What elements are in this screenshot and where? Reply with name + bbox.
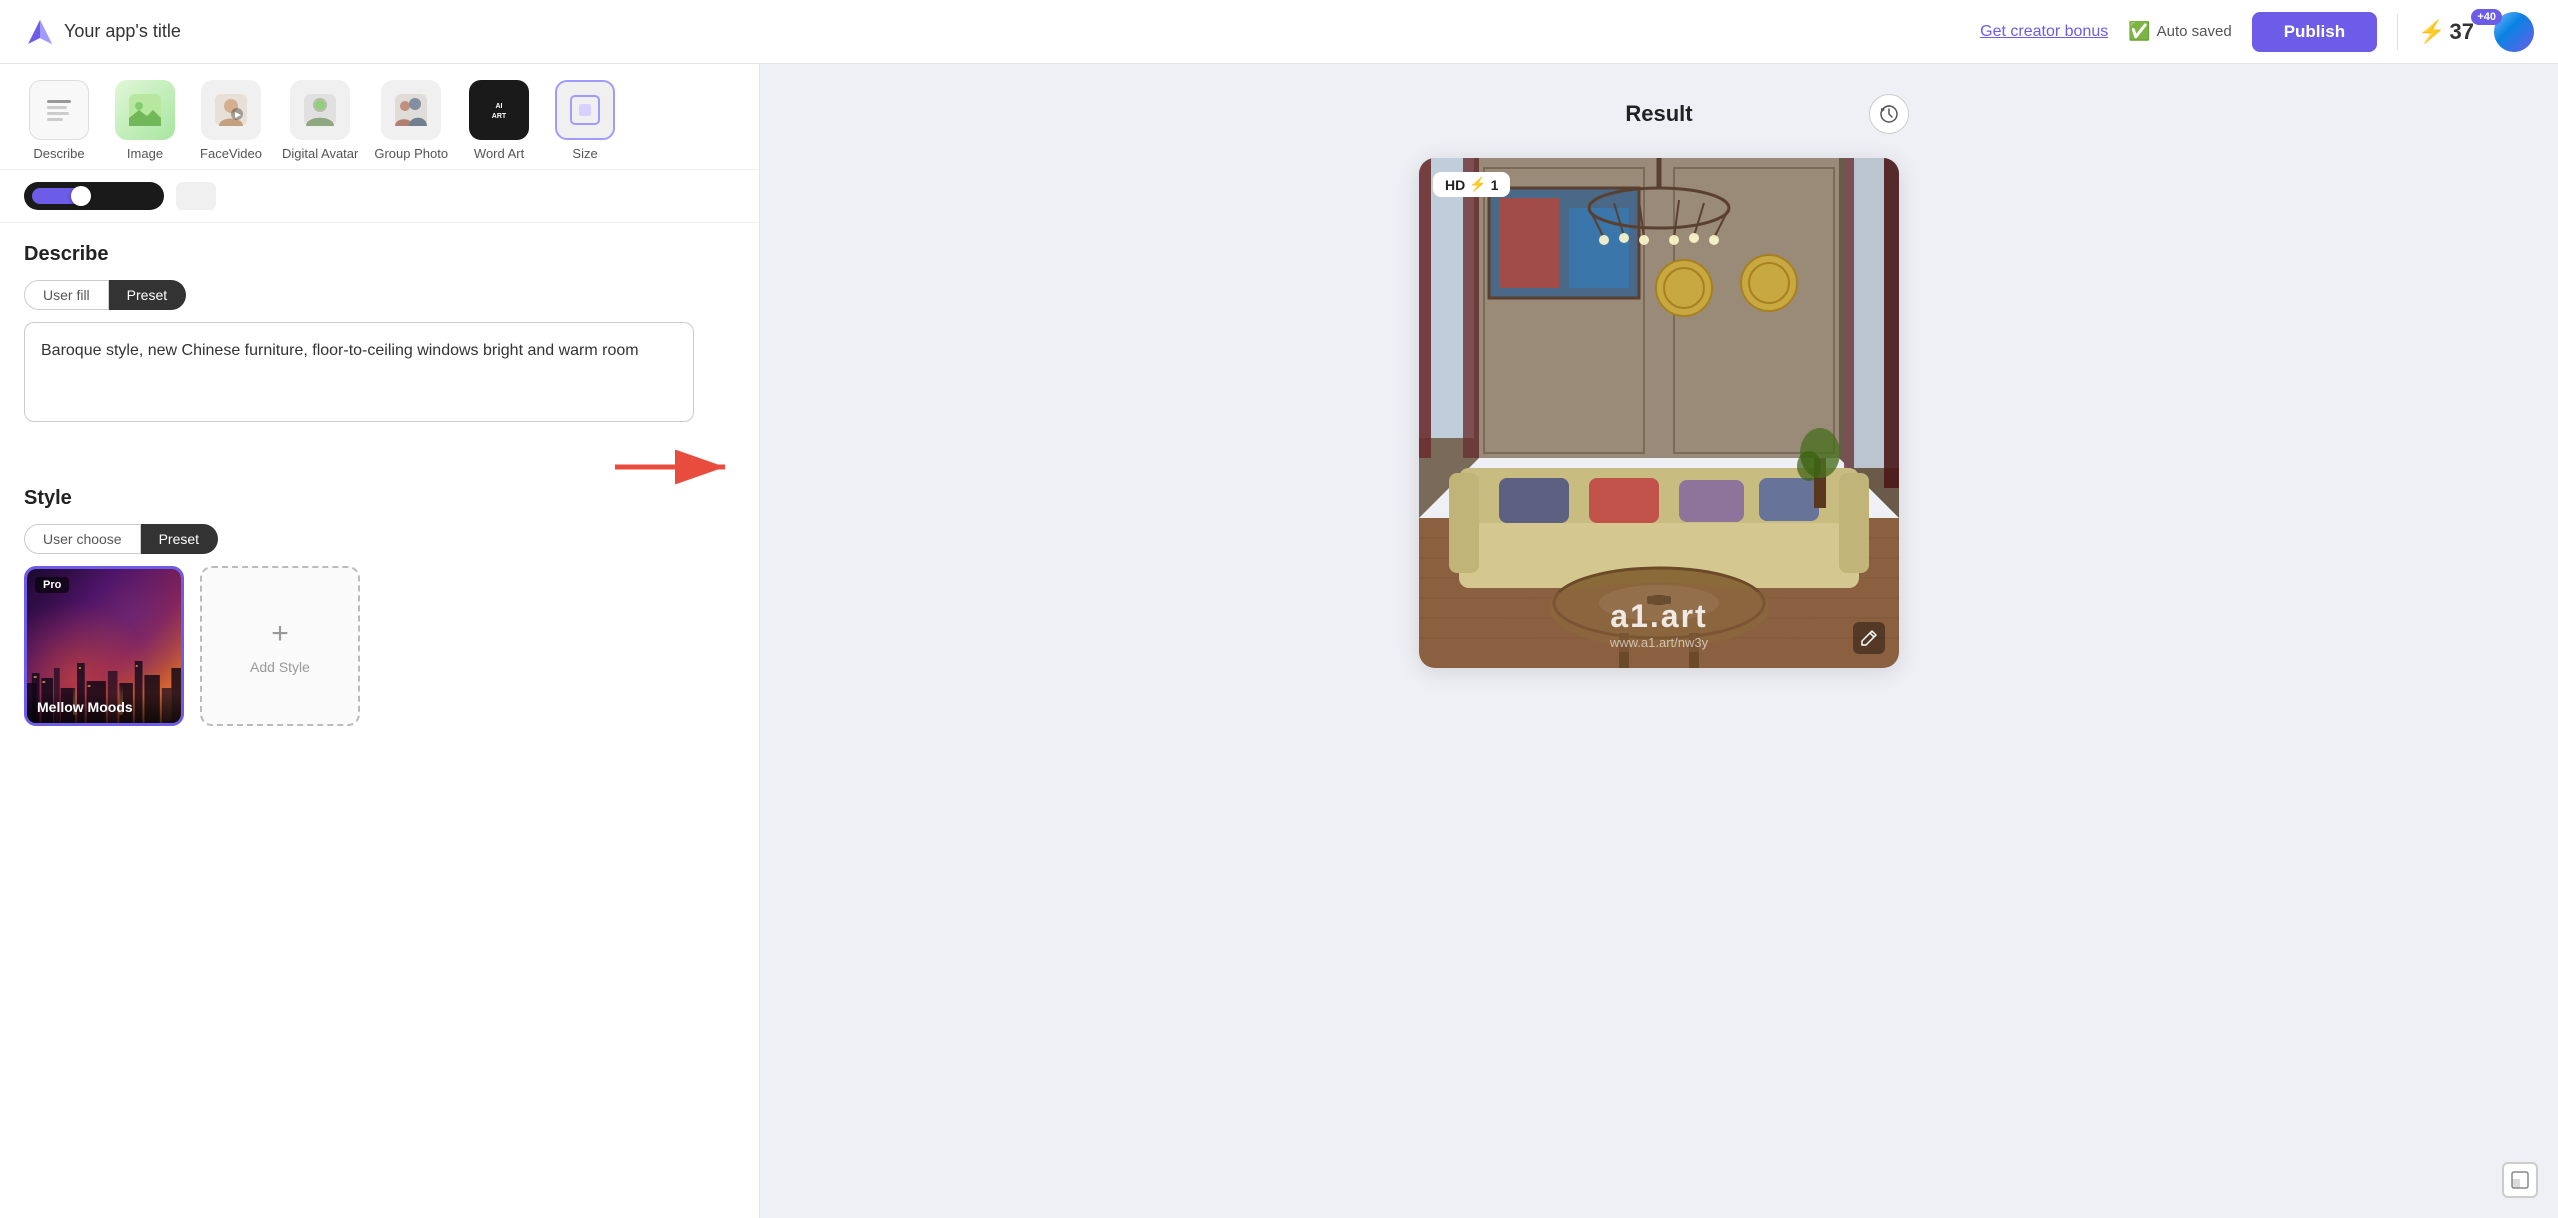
main-layout: Describe Image FaceVideo Digital Avatar: [0, 64, 2558, 1218]
tab-digital-avatar-label: Digital Avatar: [282, 146, 358, 161]
result-header-right: [1693, 94, 1909, 134]
result-title: Result: [1625, 101, 1692, 127]
tab-digital-avatar[interactable]: Digital Avatar: [282, 80, 358, 161]
creator-bonus-button[interactable]: Get creator bonus: [1980, 23, 2108, 41]
corner-expand-button[interactable]: [2502, 1162, 2538, 1198]
style-section: Style User choose Preset: [0, 467, 759, 726]
tab-describe-label: Describe: [33, 146, 84, 161]
slider-container: [24, 182, 735, 210]
tab-facevideo[interactable]: FaceVideo: [196, 80, 266, 161]
edit-icon: [1860, 629, 1878, 647]
watermark: a1.art www.a1.art/nw3y: [1419, 598, 1899, 650]
result-image-container: HD ⚡ 1 a1.art www.a1.art/nw3y: [1419, 158, 1899, 668]
describe-tab-icon: [29, 80, 89, 140]
lightning-count: 37: [2450, 19, 2474, 45]
hd-lightning-icon: ⚡: [1469, 176, 1486, 193]
auto-saved-indicator: ✅ Auto saved: [2128, 21, 2231, 42]
check-icon: ✅: [2128, 21, 2150, 42]
style-tab-user-choose[interactable]: User choose: [24, 524, 141, 554]
word-art-tab-icon: AI ART: [469, 80, 529, 140]
tab-describe[interactable]: Describe: [24, 80, 94, 161]
header-right: Get creator bonus ✅ Auto saved Publish ⚡…: [1980, 12, 2534, 52]
tab-word-art[interactable]: AI ART Word Art: [464, 80, 534, 161]
style-tabs-row: User choose Preset: [24, 524, 735, 554]
hd-credits: 1: [1491, 177, 1499, 193]
slider-thumb: [71, 186, 91, 206]
slider-value-box: [176, 182, 216, 210]
publish-button[interactable]: Publish: [2252, 12, 2377, 52]
style-card-label: Mellow Moods: [27, 693, 181, 723]
digital-avatar-tab-icon: [290, 80, 350, 140]
describe-section: Describe User fill Preset Baroque style,…: [0, 223, 759, 427]
tab-facevideo-label: FaceVideo: [200, 146, 262, 161]
svg-text:AI: AI: [496, 103, 503, 110]
describe-section-title: Describe: [24, 243, 735, 266]
plus-badge: +40: [2471, 9, 2502, 25]
tab-size[interactable]: Size: [550, 80, 620, 161]
svg-text:ART: ART: [492, 113, 507, 120]
size-tab-icon: [555, 80, 615, 140]
history-icon: [1879, 104, 1899, 124]
room-illustration: [1419, 158, 1899, 668]
describe-tab-preset[interactable]: Preset: [109, 280, 186, 310]
watermark-sub-text: www.a1.art/nw3y: [1419, 635, 1899, 650]
header: Your app's title Get creator bonus ✅ Aut…: [0, 0, 2558, 64]
style-section-title: Style: [24, 487, 735, 510]
slider-fill: [32, 188, 87, 204]
lightning-badge: ⚡ 37 +40: [2418, 19, 2474, 45]
result-header: Result: [1409, 94, 1909, 134]
tab-group-photo-label: Group Photo: [374, 146, 448, 161]
add-style-card[interactable]: + Add Style: [200, 566, 360, 726]
hd-text: HD: [1445, 177, 1465, 193]
logo-area: Your app's title: [24, 16, 181, 48]
auto-saved-label: Auto saved: [2157, 23, 2232, 40]
watermark-main-text: a1.art: [1419, 598, 1899, 635]
left-panel: Describe Image FaceVideo Digital Avatar: [0, 64, 760, 1218]
expand-icon: [2510, 1170, 2530, 1190]
app-title: Your app's title: [64, 21, 181, 42]
group-photo-tab-icon: [381, 80, 441, 140]
style-card-pro-badge: Pro: [35, 577, 69, 593]
image-tab-icon: [115, 80, 175, 140]
add-style-label: Add Style: [250, 659, 310, 675]
add-style-plus-icon: +: [271, 617, 289, 651]
history-button[interactable]: [1869, 94, 1909, 134]
hd-badge: HD ⚡ 1: [1433, 172, 1510, 197]
tab-group-photo[interactable]: Group Photo: [374, 80, 448, 161]
slider-track[interactable]: [24, 182, 164, 210]
logo-icon: [24, 16, 56, 48]
right-panel: Result: [760, 64, 2558, 1218]
arrow-svg: [615, 447, 735, 487]
tool-tabs: Describe Image FaceVideo Digital Avatar: [0, 64, 759, 170]
slider-area: [0, 170, 759, 223]
style-grid: Pro Mellow Moods + Add Style: [24, 566, 735, 726]
describe-tab-user-fill[interactable]: User fill: [24, 280, 109, 310]
describe-tabs-row: User fill Preset: [24, 280, 735, 310]
describe-textarea[interactable]: Baroque style, new Chinese furniture, fl…: [24, 322, 694, 422]
edit-icon-button[interactable]: [1853, 622, 1885, 654]
tab-size-label: Size: [572, 146, 597, 161]
tab-image[interactable]: Image: [110, 80, 180, 161]
lightning-icon: ⚡: [2418, 19, 2445, 45]
tab-word-art-label: Word Art: [474, 146, 524, 161]
tab-image-label: Image: [127, 146, 163, 161]
facevideo-tab-icon: [201, 80, 261, 140]
header-divider: [2397, 14, 2398, 50]
style-card-mellow-moods[interactable]: Pro Mellow Moods: [24, 566, 184, 726]
style-tab-preset[interactable]: Preset: [141, 524, 218, 554]
